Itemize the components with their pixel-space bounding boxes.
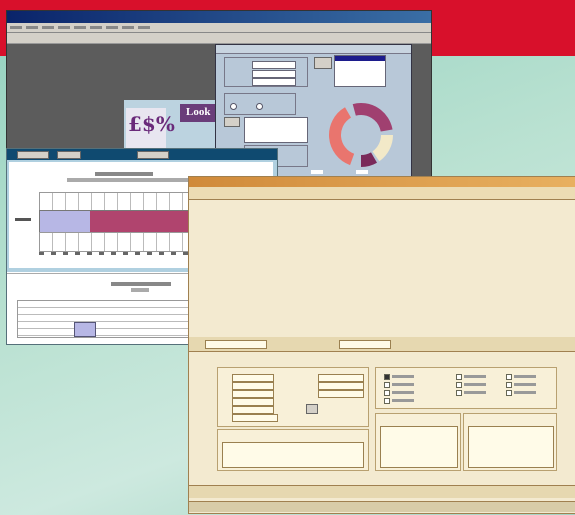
option-checkbox[interactable] [456, 382, 462, 388]
radio-button[interactable] [256, 103, 263, 110]
option-label [392, 383, 414, 386]
record-selector[interactable] [205, 340, 267, 349]
related-list[interactable] [380, 426, 458, 468]
menu-item[interactable] [90, 26, 102, 29]
notes-section [217, 429, 369, 471]
option-label [464, 391, 486, 394]
option-label [392, 399, 414, 402]
option-label [514, 383, 536, 386]
detail-field[interactable] [318, 382, 364, 390]
window-tab[interactable] [57, 151, 81, 159]
lookup-button[interactable] [306, 404, 318, 414]
donut-chart [329, 103, 393, 167]
options-section [375, 367, 557, 409]
logo-word: Look [186, 106, 211, 118]
form-titlebar [189, 177, 575, 187]
selection-list[interactable] [334, 55, 386, 87]
option-checkbox[interactable] [384, 382, 390, 388]
menu-item[interactable] [26, 26, 38, 29]
contact-form-window [188, 176, 575, 514]
window-tab[interactable] [137, 151, 169, 159]
status-bar [189, 501, 575, 512]
dialog-titlebar [216, 45, 411, 54]
donut-segment [329, 107, 355, 166]
option-checkbox[interactable] [456, 374, 462, 380]
window-titlebar [7, 11, 431, 23]
option-label [514, 375, 536, 378]
form-navigation-bar [189, 485, 575, 498]
chart-title [95, 172, 153, 176]
option-checkbox[interactable] [506, 374, 512, 380]
chart-subtitle [67, 178, 193, 182]
option-checkbox[interactable] [456, 390, 462, 396]
chart-label [311, 170, 323, 174]
option-label [392, 391, 414, 394]
small-bar [74, 322, 96, 337]
detail-field[interactable] [232, 414, 278, 422]
activity-section [463, 413, 557, 471]
menu-item[interactable] [58, 26, 70, 29]
detail-field[interactable] [232, 398, 274, 406]
detail-field[interactable] [232, 374, 274, 382]
menu-item[interactable] [106, 26, 118, 29]
series-list[interactable] [244, 117, 308, 143]
detail-field[interactable] [232, 390, 274, 398]
related-section [375, 413, 461, 471]
form-record-toolbar [189, 337, 575, 352]
menu-item[interactable] [122, 26, 134, 29]
chart-label [356, 170, 368, 174]
dialog-button[interactable] [314, 57, 332, 69]
y-axis-label [15, 218, 31, 221]
donut-segment [352, 103, 393, 132]
option-label [392, 375, 414, 378]
range-field[interactable] [252, 78, 296, 86]
detail-field[interactable] [232, 406, 274, 414]
logo-symbols: £$% [128, 112, 175, 136]
form-toolbar [189, 187, 575, 200]
record-selector[interactable] [339, 340, 391, 349]
menu-item[interactable] [42, 26, 54, 29]
menu-bar [7, 23, 431, 33]
menu-item[interactable] [138, 26, 150, 29]
activity-list[interactable] [468, 426, 554, 468]
option-checkbox[interactable] [384, 390, 390, 396]
bar-segment [90, 211, 193, 233]
menu-item[interactable] [10, 26, 22, 29]
toolbar [7, 33, 431, 44]
histogram-titlebar [7, 149, 277, 160]
option-checkbox[interactable] [506, 390, 512, 396]
selected-item[interactable] [335, 56, 385, 61]
window-tab[interactable] [17, 151, 49, 159]
option-checkbox[interactable] [506, 382, 512, 388]
option-checkbox[interactable] [384, 374, 390, 380]
small-chart-title [111, 282, 171, 286]
option-checkbox[interactable] [384, 398, 390, 404]
small-chart-subtitle [131, 288, 149, 292]
details-section [217, 367, 369, 427]
radio-button[interactable] [230, 103, 237, 110]
option-label [514, 391, 536, 394]
option-label [464, 375, 486, 378]
dialog-button[interactable] [224, 117, 240, 127]
detail-field[interactable] [232, 382, 274, 390]
option-label [464, 383, 486, 386]
detail-field[interactable] [318, 390, 364, 398]
detail-field[interactable] [318, 374, 364, 382]
logo-card: £$% Look [124, 100, 220, 152]
range-field[interactable] [252, 61, 296, 69]
menu-item[interactable] [74, 26, 86, 29]
donut-segment [360, 152, 377, 167]
range-field[interactable] [252, 70, 296, 78]
bar-segment [40, 211, 91, 233]
donut-segment [372, 134, 393, 162]
notes-field[interactable] [222, 442, 364, 468]
